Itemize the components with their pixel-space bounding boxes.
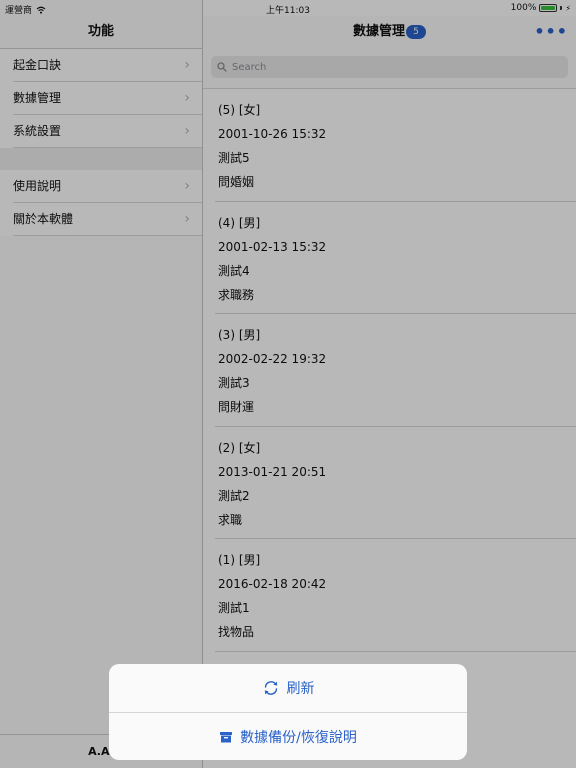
refresh-icon [264, 681, 277, 695]
backup-restore-label: 數據備份/恢復說明 [240, 730, 357, 746]
archive-box-icon [220, 732, 233, 743]
modal-dim-overlay[interactable] [0, 0, 576, 768]
backup-restore-button[interactable]: 數據備份/恢復說明 [109, 712, 467, 760]
refresh-button[interactable]: 刷新 [109, 664, 467, 712]
refresh-label: 刷新 [286, 681, 315, 697]
action-sheet: 刷新 數據備份/恢復說明 [109, 664, 467, 760]
